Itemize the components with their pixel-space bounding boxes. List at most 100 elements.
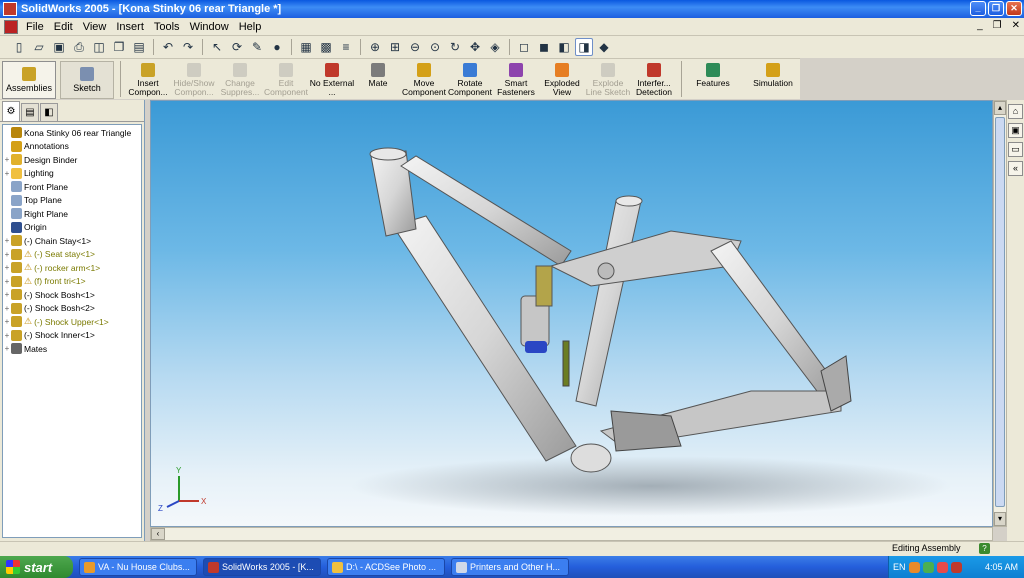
- rebuild-icon[interactable]: ⟳: [228, 38, 246, 56]
- tray-icon[interactable]: [922, 561, 934, 573]
- vertical-scroll-thumb[interactable]: [995, 117, 1005, 507]
- tree-item[interactable]: Origin: [3, 221, 141, 235]
- tree-item[interactable]: + ⚠ (-) Seat stay<1>: [3, 248, 141, 262]
- command-smart-fasteners[interactable]: Smart Fasteners: [493, 59, 539, 99]
- menu-file[interactable]: File: [21, 21, 49, 33]
- scroll-left-icon[interactable]: ‹: [151, 528, 165, 540]
- home-icon[interactable]: ⌂: [1008, 104, 1023, 119]
- doc-close-button[interactable]: ✕: [1012, 20, 1020, 31]
- zoom-selection-icon[interactable]: ⊙: [426, 38, 444, 56]
- expand-icon[interactable]: +: [3, 236, 11, 245]
- expand-icon[interactable]: +: [3, 169, 11, 178]
- command-interference-detection[interactable]: Interfer... Detection: [631, 59, 677, 99]
- menu-window[interactable]: Window: [185, 21, 234, 33]
- command-rotate-component[interactable]: Rotate Component: [447, 59, 493, 99]
- command-simulation[interactable]: Simulation: [746, 59, 800, 99]
- tree-item[interactable]: + ⚠ (-) Shock Upper<1>: [3, 315, 141, 329]
- tree-item[interactable]: Right Plane: [3, 207, 141, 221]
- tree-item[interactable]: Front Plane: [3, 180, 141, 194]
- configuration-manager-tab-icon[interactable]: ◧: [40, 103, 58, 121]
- collapse-icon[interactable]: «: [1008, 161, 1023, 176]
- feature-manager-tab-icon[interactable]: ⚙: [2, 101, 20, 121]
- shaded-icon[interactable]: ◆: [595, 38, 613, 56]
- language-indicator[interactable]: EN: [893, 562, 906, 572]
- minimize-button[interactable]: _: [970, 1, 986, 16]
- taskbar-item-solidworks[interactable]: SolidWorks 2005 - [K...: [203, 558, 321, 576]
- edit-icon[interactable]: ✎: [248, 38, 266, 56]
- command-mate[interactable]: Mate: [355, 59, 401, 99]
- menu-insert[interactable]: Insert: [111, 21, 149, 33]
- scroll-up-icon[interactable]: ▴: [994, 101, 1006, 115]
- pan-icon[interactable]: ✥: [466, 38, 484, 56]
- expand-icon[interactable]: +: [3, 290, 11, 299]
- paste-icon[interactable]: ▤: [130, 38, 148, 56]
- tab-assemblies[interactable]: Assemblies: [2, 61, 56, 99]
- vertical-scrollbar[interactable]: ▴ ▾: [993, 100, 1007, 527]
- menu-edit[interactable]: Edit: [49, 21, 78, 33]
- taskbar-item-printers[interactable]: Printers and Other H...: [451, 558, 569, 576]
- layers-icon[interactable]: ≡: [337, 38, 355, 56]
- print-preview-icon[interactable]: ◫: [90, 38, 108, 56]
- maximize-button[interactable]: ❐: [988, 1, 1004, 16]
- hidden-removed-icon[interactable]: ◧: [555, 38, 573, 56]
- select-icon[interactable]: ↖: [208, 38, 226, 56]
- zoom-window-icon[interactable]: ⊞: [386, 38, 404, 56]
- expand-icon[interactable]: +: [3, 304, 11, 313]
- tab-sketch[interactable]: Sketch: [60, 61, 114, 99]
- traffic-light-icon[interactable]: ●: [268, 38, 286, 56]
- print-icon[interactable]: ⎙: [70, 38, 88, 56]
- tray-icon[interactable]: [936, 561, 948, 573]
- tree-item[interactable]: + (-) Chain Stay<1>: [3, 234, 141, 248]
- shaded-edges-icon[interactable]: ◨: [575, 38, 593, 56]
- hidden-lines-icon[interactable]: ◼: [535, 38, 553, 56]
- taskbar-item-acdsee[interactable]: D:\ - ACDSee Photo ...: [327, 558, 445, 576]
- tree-item[interactable]: + (-) Shock Bosh<1>: [3, 288, 141, 302]
- tray-icon[interactable]: [908, 561, 920, 573]
- tree-item[interactable]: + Lighting: [3, 167, 141, 181]
- taskbar-item-winamp[interactable]: VA - Nu House Clubs...: [79, 558, 197, 576]
- help-icon[interactable]: ?: [979, 543, 990, 554]
- command-insert-component[interactable]: Insert Compon...: [125, 59, 171, 99]
- bike-frame-model[interactable]: Y X Z: [151, 101, 993, 527]
- tree-item[interactable]: + ⚠ (f) front tri<1>: [3, 275, 141, 289]
- graphics-area[interactable]: Y X Z: [150, 100, 993, 527]
- solidworks-app-icon[interactable]: [3, 2, 17, 16]
- expand-icon[interactable]: +: [3, 344, 11, 353]
- expand-icon[interactable]: +: [3, 277, 11, 286]
- start-button[interactable]: start: [0, 556, 73, 578]
- menu-tools[interactable]: Tools: [149, 21, 185, 33]
- tree-item[interactable]: + Design Binder: [3, 153, 141, 167]
- tree-item[interactable]: + (-) Shock Bosh<2>: [3, 302, 141, 316]
- tree-item[interactable]: Top Plane: [3, 194, 141, 208]
- expand-icon[interactable]: +: [3, 331, 11, 340]
- undo-icon[interactable]: ↶: [159, 38, 177, 56]
- close-button[interactable]: ✕: [1006, 1, 1022, 16]
- copy-icon[interactable]: ❐: [110, 38, 128, 56]
- zoom-in-out-icon[interactable]: ⊖: [406, 38, 424, 56]
- grid-icon[interactable]: ▦: [297, 38, 315, 56]
- scroll-down-icon[interactable]: ▾: [994, 512, 1006, 526]
- expand-icon[interactable]: +: [3, 317, 11, 326]
- horizontal-scrollbar[interactable]: ‹: [150, 527, 993, 541]
- rotate-view-icon[interactable]: ↻: [446, 38, 464, 56]
- doc-minimize-button[interactable]: _: [977, 20, 983, 31]
- tree-item[interactable]: Kona Stinky 06 rear Triangle: [3, 126, 141, 140]
- view-orientation-icon[interactable]: ◈: [486, 38, 504, 56]
- tasks-icon[interactable]: ▣: [1008, 123, 1023, 138]
- expand-icon[interactable]: +: [3, 155, 11, 164]
- redo-icon[interactable]: ↷: [179, 38, 197, 56]
- property-manager-tab-icon[interactable]: ▤: [21, 103, 39, 121]
- zoom-to-fit-icon[interactable]: ⊕: [366, 38, 384, 56]
- options-icon[interactable]: ▩: [317, 38, 335, 56]
- tree-item[interactable]: Annotations: [3, 140, 141, 154]
- command-exploded-view[interactable]: Exploded View: [539, 59, 585, 99]
- tray-icon[interactable]: [950, 561, 962, 573]
- tree-item[interactable]: + (-) Shock Inner<1>: [3, 329, 141, 343]
- new-icon[interactable]: ▯: [10, 38, 28, 56]
- save-icon[interactable]: ▣: [50, 38, 68, 56]
- wireframe-icon[interactable]: ◻: [515, 38, 533, 56]
- tree-item[interactable]: + Mates: [3, 342, 141, 356]
- command-no-external[interactable]: No External ...: [309, 59, 355, 99]
- file-explorer-icon[interactable]: ▭: [1008, 142, 1023, 157]
- menu-help[interactable]: Help: [234, 21, 267, 33]
